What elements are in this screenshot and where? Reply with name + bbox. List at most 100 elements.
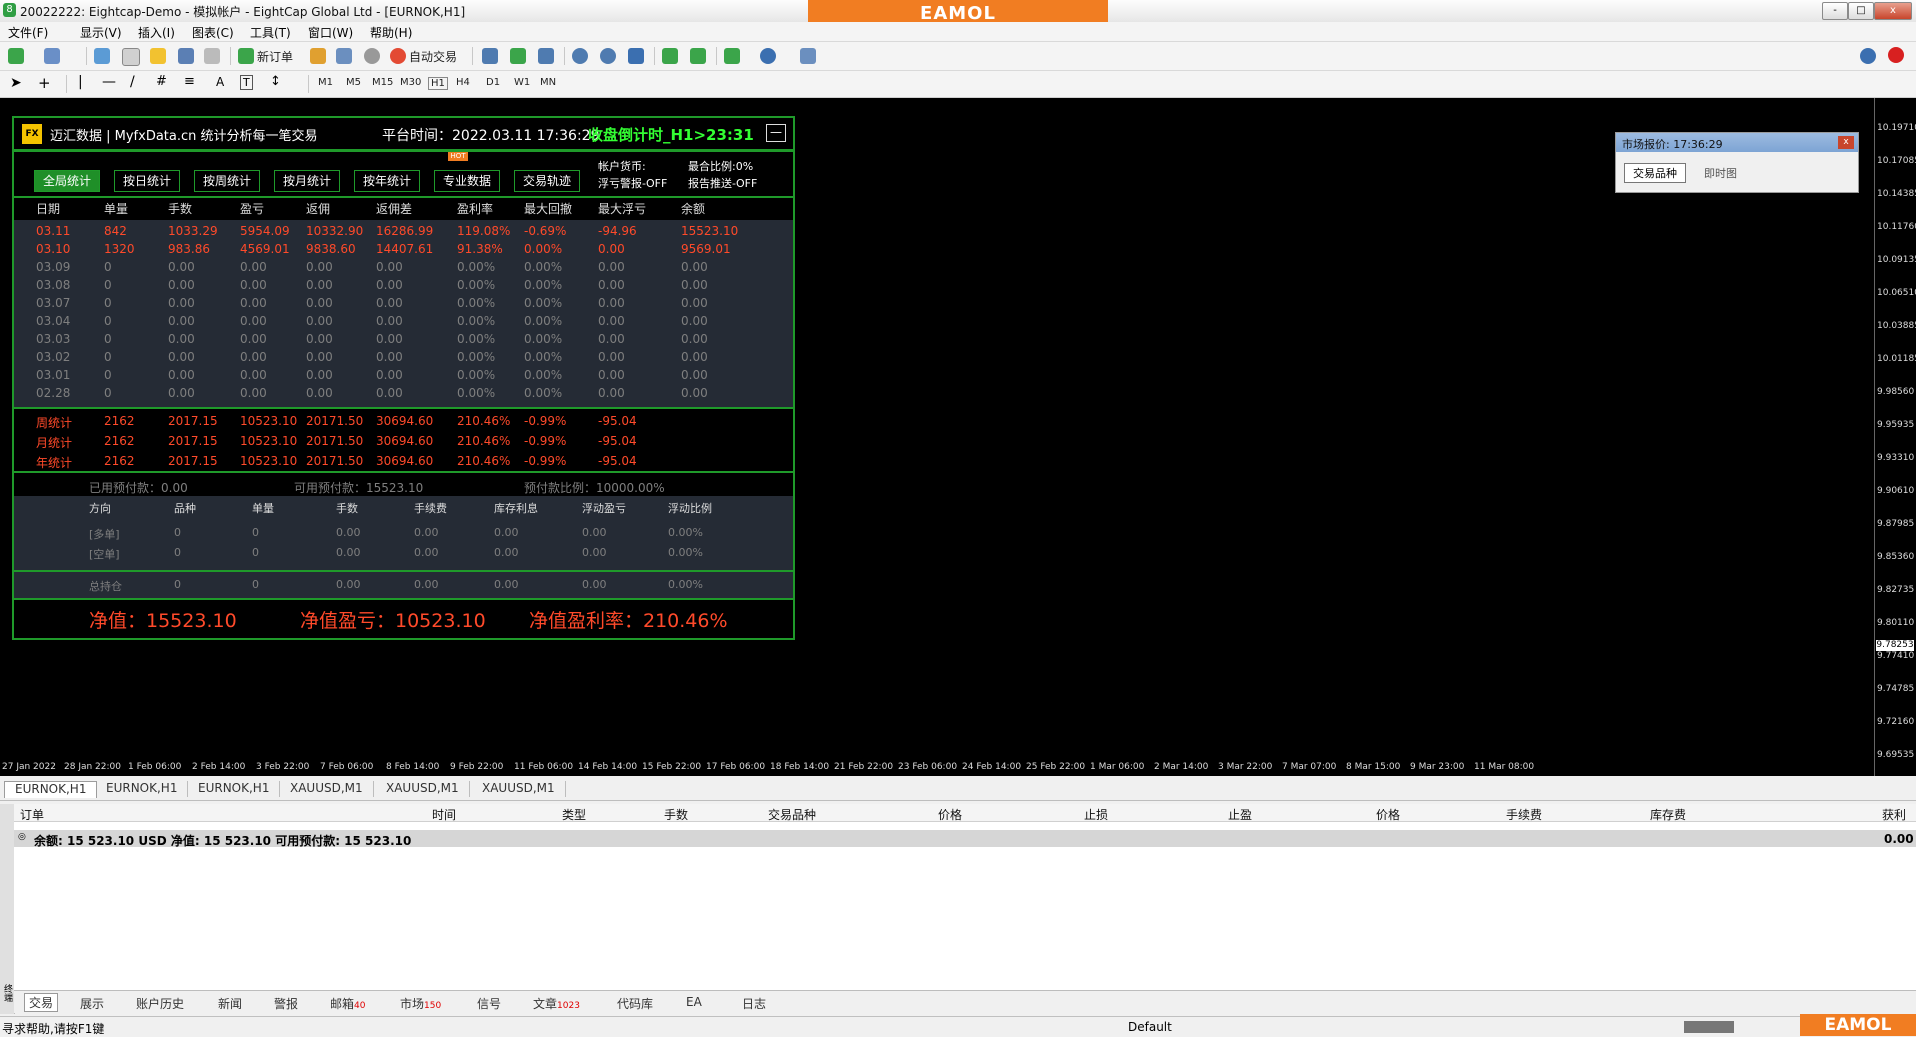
stats-row[interactable]: 03.02 0 0.00 0.00 0.00 0.00 0.00% 0.00% 0.00 0.00 [14,350,793,368]
tab-yearly-stats[interactable]: 按年统计 [354,170,420,192]
tf-d1[interactable]: D1 [486,77,500,88]
col-time[interactable]: 时间 [432,806,456,823]
horizontal-line-icon[interactable]: — [102,74,116,90]
terminal-tab[interactable]: 警报 [274,995,298,1012]
tf-m5[interactable]: M5 [346,77,361,88]
data-window-icon[interactable] [122,48,140,66]
stats-header-cell[interactable]: 单量 [104,200,128,217]
auto-scroll-icon[interactable] [690,48,706,64]
menu-item-tools[interactable]: 工具(T) [250,24,291,41]
tab-symbols[interactable]: 交易品种 [1624,163,1686,183]
tf-h4[interactable]: H4 [456,77,470,88]
market-watch-close-icon[interactable]: x [1838,136,1854,149]
terminal-tab[interactable]: EA [686,995,702,1009]
auto-trade-button[interactable]: 自动交易 [390,47,457,65]
tab-weekly-stats[interactable]: 按周统计 [194,170,260,192]
label-icon[interactable]: T [240,75,253,90]
col-sl[interactable]: 止损 [1084,806,1108,823]
terminal-tab[interactable]: 邮箱40 [330,995,365,1012]
balance-row[interactable]: ◎ 余额: 15 523.10 USD 净值: 15 523.10 可用预付款:… [14,830,1916,848]
tile-windows-icon[interactable] [628,48,644,64]
indicators-icon[interactable] [724,48,740,64]
zoom-out-icon[interactable] [600,48,616,64]
stats-header-cell[interactable]: 盈亏 [240,200,264,217]
col-type[interactable]: 类型 [562,806,586,823]
line-chart-icon[interactable] [538,48,554,64]
stats-header-cell[interactable]: 最大回撤 [524,200,572,217]
zoom-in-icon[interactable] [572,48,588,64]
pos-total-row[interactable]: 总持仓 0 0 0.00 0.00 0.00 0.00 0.00% [14,578,793,596]
chart-shift-icon[interactable] [662,48,678,64]
fibonacci-icon[interactable]: ≡ [184,74,195,89]
tab-global-stats[interactable]: 全局统计 [34,170,100,192]
col-swap[interactable]: 库存费 [1650,806,1686,823]
stats-header-cell[interactable]: 返佣 [306,200,330,217]
notification-icon[interactable] [1888,47,1904,63]
col-symbol[interactable]: 交易品种 [768,806,816,823]
bar-chart-icon[interactable] [482,48,498,64]
close-button[interactable]: x [1874,2,1912,20]
stats-header-cell[interactable]: 最大浮亏 [598,200,646,217]
terminal-tab[interactable]: 日志 [742,995,766,1012]
new-chart-icon[interactable] [8,48,24,64]
chart-tab-4[interactable]: XAUUSD,M1 [280,781,374,797]
stats-row[interactable]: 03.11 842 1033.29 5954.09 10332.90 16286.99 11… [14,224,793,242]
panel-minimize-button[interactable]: — [766,124,786,142]
vertical-line-icon[interactable]: | [78,74,83,90]
menu-item-window[interactable]: 窗口(W) [308,24,353,41]
chart-tab-1[interactable]: EURNOK,H1 [4,781,98,798]
summary-row[interactable]: 月统计 2162 2017.15 10523.10 20171.50 30694.60 21… [14,434,793,452]
stats-header-cell[interactable]: 日期 [36,200,60,217]
col-tp[interactable]: 止盈 [1228,806,1252,823]
col-commission[interactable]: 手续费 [1506,806,1542,823]
stats-row[interactable]: 03.03 0 0.00 0.00 0.00 0.00 0.00% 0.00% 0.00 0.00 [14,332,793,350]
tab-tick-chart[interactable]: 即时图 [1696,164,1745,182]
col-profit[interactable]: 获利 [1882,806,1906,823]
tester-icon[interactable] [204,48,220,64]
tab-trade-track[interactable]: 交易轨迹 [514,170,580,192]
stats-row[interactable]: 03.07 0 0.00 0.00 0.00 0.00 0.00% 0.00% 0.00 0.00 [14,296,793,314]
menu-item-help[interactable]: 帮助(H) [370,24,412,41]
templates-icon[interactable] [800,48,816,64]
stats-header-cell[interactable]: 返佣差 [376,200,412,217]
tab-monthly-stats[interactable]: 按月统计 [274,170,340,192]
col-price[interactable]: 价格 [938,806,962,823]
periods-icon[interactable] [760,48,776,64]
profiles-icon[interactable] [44,48,60,64]
navigator-icon[interactable] [150,48,166,64]
stats-header-cell[interactable]: 盈利率 [457,200,493,217]
signals-icon[interactable] [364,48,380,64]
col-price2[interactable]: 价格 [1376,806,1400,823]
cursor-icon[interactable]: ➤ [10,75,22,91]
arrows-icon[interactable]: ↕ [270,74,281,89]
terminal-icon[interactable] [178,48,194,64]
stats-header-cell[interactable]: 手数 [168,200,192,217]
menu-item-file[interactable]: 文件(F) [8,24,48,41]
metaeditor-icon[interactable] [310,48,326,64]
channel-icon[interactable]: # [156,74,167,89]
pos-row[interactable]: [多单] 0 0 0.00 0.00 0.00 0.00 0.00% [14,526,793,544]
tf-mn[interactable]: MN [540,77,556,88]
chart-tab-6[interactable]: XAUUSD,M1 [472,781,566,797]
menu-item-view[interactable]: 显示(V) [80,24,122,41]
summary-row[interactable]: 周统计 2162 2017.15 10523.10 20171.50 30694.60 21… [14,414,793,432]
search-icon[interactable] [1860,48,1876,64]
crosshair-icon[interactable]: + [38,74,51,92]
terminal-tab[interactable]: 信号 [477,995,501,1012]
trendline-icon[interactable]: / [130,74,135,90]
terminal-tab[interactable]: 市场150 [400,995,441,1012]
tf-h1[interactable]: H1 [428,77,448,90]
market-watch-icon[interactable] [94,48,110,64]
stats-row[interactable]: 03.09 0 0.00 0.00 0.00 0.00 0.00% 0.00% 0.00 0.00 [14,260,793,278]
new-order-button[interactable]: 新订单 [238,47,293,65]
vps-icon[interactable] [336,48,352,64]
tf-m15[interactable]: M15 [372,77,393,88]
col-lots[interactable]: 手数 [664,806,688,823]
stats-row[interactable]: 03.10 1320 983.86 4569.01 9838.60 14407.61 91.… [14,242,793,260]
stats-row[interactable]: 03.04 0 0.00 0.00 0.00 0.00 0.00% 0.00% 0.00 0.00 [14,314,793,332]
terminal-tab[interactable]: 文章1023 [533,995,580,1012]
minimize-button[interactable]: - [1822,2,1848,20]
text-icon[interactable]: A [216,75,224,89]
chart-tab-5[interactable]: XAUUSD,M1 [376,781,470,797]
tab-daily-stats[interactable]: 按日统计 [114,170,180,192]
